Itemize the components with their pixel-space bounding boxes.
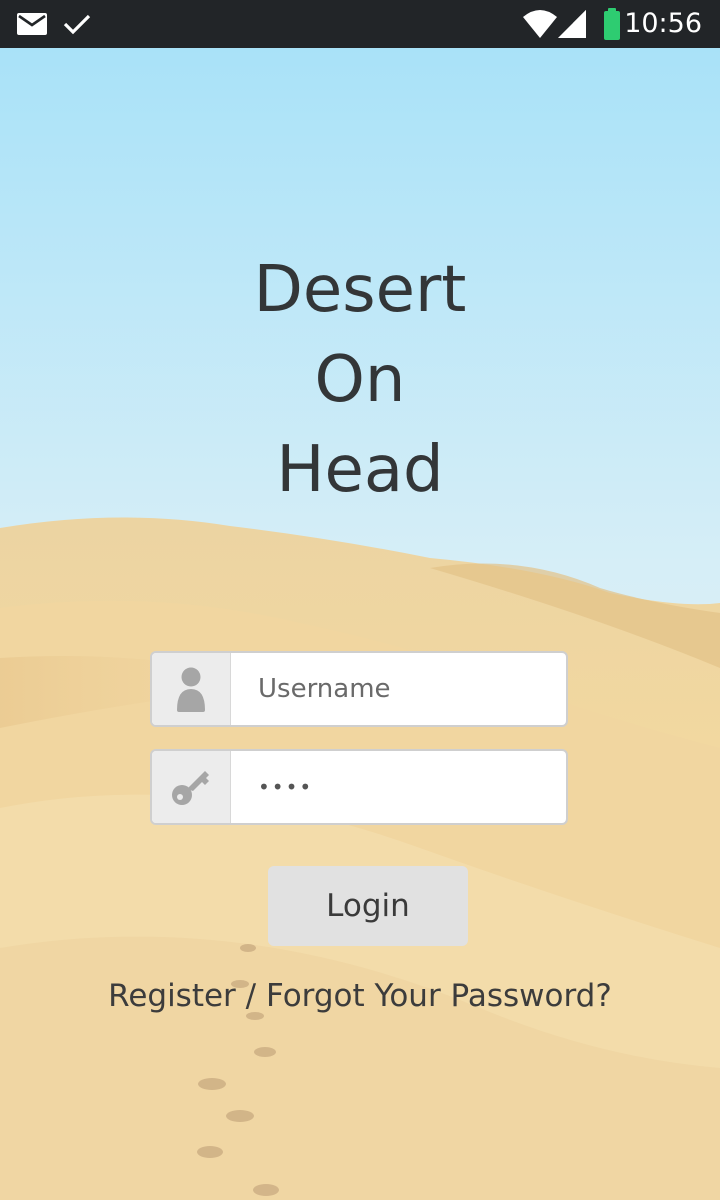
register-link[interactable]: Register bbox=[108, 978, 236, 1014]
title-line: Desert bbox=[253, 253, 467, 327]
clock: 10:56 bbox=[624, 8, 702, 39]
login-button[interactable]: Login bbox=[268, 866, 468, 946]
wifi-icon bbox=[522, 0, 558, 48]
mail-icon bbox=[16, 0, 48, 48]
app-title: Desert On Head bbox=[0, 245, 720, 515]
password-input[interactable] bbox=[232, 751, 562, 823]
username-field bbox=[150, 651, 568, 727]
check-icon bbox=[62, 0, 92, 48]
login-screen: 10:56 Desert On Head Username Login Regi… bbox=[0, 0, 720, 1200]
username-input[interactable] bbox=[232, 653, 562, 725]
title-line: Head bbox=[276, 433, 444, 507]
password-field bbox=[150, 749, 568, 825]
user-icon bbox=[152, 653, 231, 725]
key-icon bbox=[152, 751, 231, 823]
auth-links: Register / Forgot Your Password? bbox=[0, 978, 720, 1014]
status-bar: 10:56 bbox=[0, 0, 720, 48]
title-line: On bbox=[314, 343, 406, 417]
link-separator: / bbox=[235, 978, 266, 1014]
cellular-signal-icon bbox=[556, 0, 588, 48]
battery-icon bbox=[602, 0, 622, 48]
desert-background-image bbox=[0, 48, 720, 1200]
forgot-password-link[interactable]: Forgot Your Password? bbox=[266, 978, 612, 1014]
